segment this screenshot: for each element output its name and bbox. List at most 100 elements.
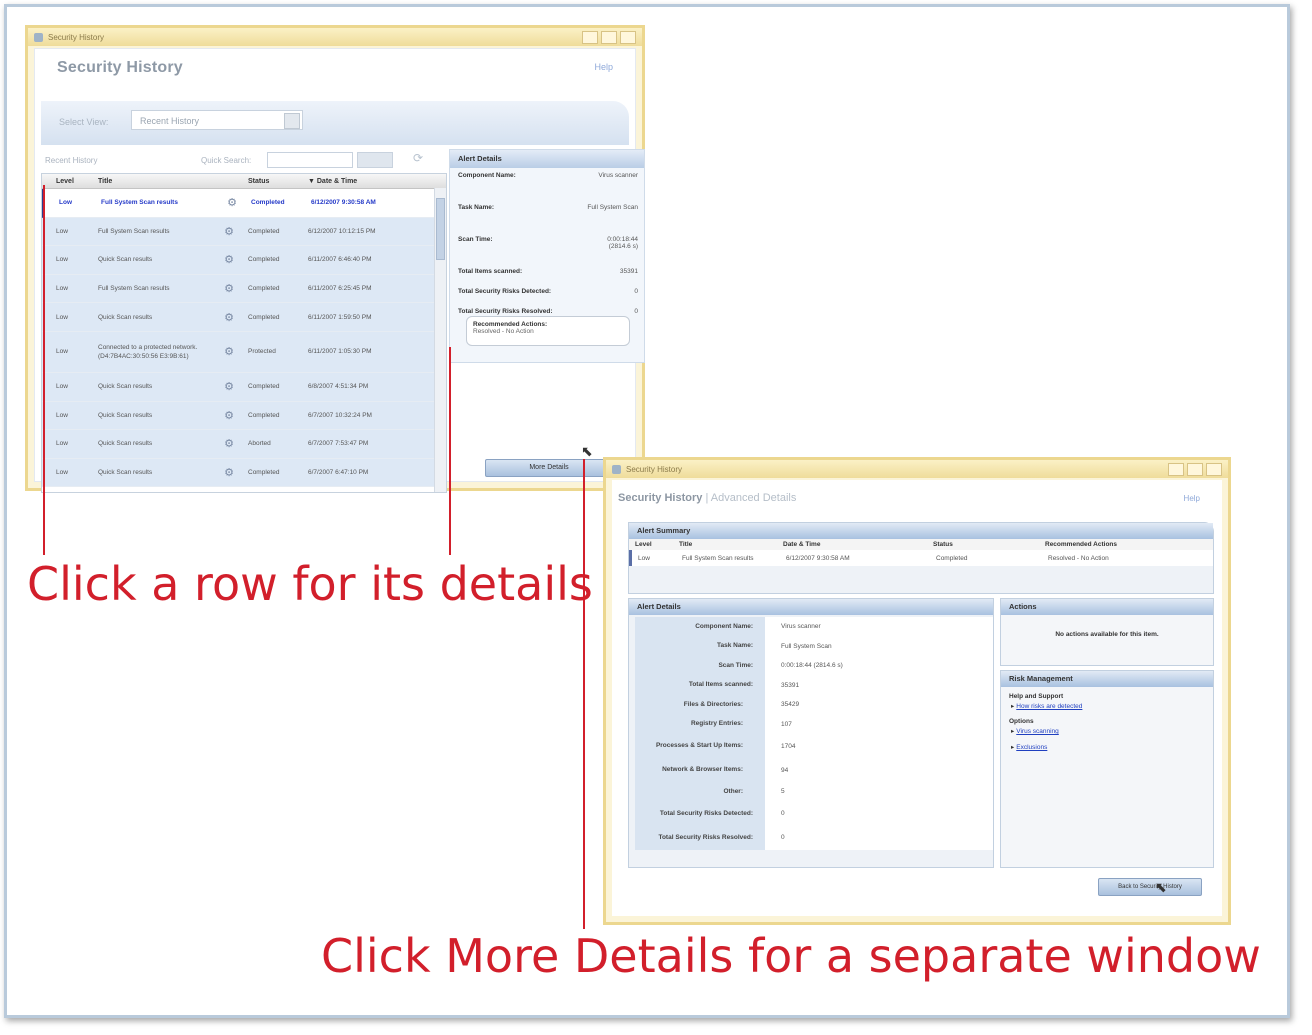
detail-row: Scan Time: 0:00:18:44 (2814.6 s) bbox=[635, 656, 993, 676]
gear-icon[interactable]: ⚙ bbox=[221, 196, 243, 209]
window2-titlebar[interactable]: Security History bbox=[606, 460, 1228, 478]
search-go-button[interactable] bbox=[357, 152, 393, 168]
alert-detail-item: Task Name: Full System Scan bbox=[450, 200, 644, 232]
gear-icon[interactable]: ⚙ bbox=[218, 380, 240, 393]
table-row[interactable]: Low Full System Scan results ⚙ Completed 6/1… bbox=[42, 189, 446, 218]
annotation-caption-more-details: Click More Details for a separate window bbox=[321, 929, 1261, 983]
table-row[interactable]: Low Connected to a protected network. (D4… bbox=[42, 331, 446, 373]
minimize-button[interactable] bbox=[1168, 463, 1184, 476]
back-to-security-history-button[interactable]: Back to Security History bbox=[1098, 878, 1202, 896]
help-link-risks-detected[interactable]: How risks are detected bbox=[1011, 702, 1213, 710]
row-level: Low bbox=[59, 199, 72, 207]
option-link-exclusions[interactable]: Exclusions bbox=[1011, 743, 1213, 751]
row-title: Connected to a protected network. (D4:7B… bbox=[98, 343, 198, 360]
row-date: 6/11/2007 1:05:30 PM bbox=[308, 348, 372, 356]
detail-row: Other: 5 bbox=[635, 782, 993, 802]
recommended-actions-box: Recommended Actions: Resolved - No Actio… bbox=[466, 316, 630, 346]
table-row[interactable]: Low Quick Scan results ⚙ Completed 6/11/2007… bbox=[42, 303, 446, 332]
grid-scrollbar[interactable] bbox=[434, 188, 446, 492]
detail-value: 0:00:18:44 (2814.6 s) bbox=[765, 656, 993, 676]
detail-value: Virus scanner bbox=[765, 617, 993, 637]
chevron-down-icon[interactable] bbox=[284, 113, 300, 129]
help-link[interactable]: Help bbox=[1184, 494, 1200, 503]
alert-detail-item: Scan Time: 0:00:18:44 (2814.6 s) bbox=[450, 232, 644, 264]
table-row[interactable]: Low Full System Scan results ⚙ Completed 6/1… bbox=[42, 217, 446, 247]
refresh-icon[interactable]: ⟳ bbox=[413, 151, 431, 167]
summary-col-level: Level bbox=[635, 541, 652, 548]
row-status: Completed bbox=[248, 313, 280, 321]
row-level: Low bbox=[56, 256, 68, 264]
summary-column-headers: Level Title Date & Time Status Recommend… bbox=[629, 539, 1213, 550]
table-row[interactable]: Low Quick Scan results ⚙ Completed 6/7/2007 … bbox=[42, 458, 446, 488]
alert-detail-value: 35391 bbox=[619, 268, 638, 275]
summary-date: 6/12/2007 9:30:58 AM bbox=[786, 554, 850, 562]
row-level: Low bbox=[56, 383, 68, 391]
gear-icon[interactable]: ⚙ bbox=[218, 311, 240, 324]
table-row[interactable]: Low Quick Scan results ⚙ Completed 6/11/2007… bbox=[42, 246, 446, 275]
detail-key: Total Security Risks Resolved: bbox=[635, 825, 765, 850]
detail-row: Total Items scanned: 35391 bbox=[635, 675, 993, 695]
gear-icon[interactable]: ⚙ bbox=[218, 466, 240, 479]
table-row[interactable]: Low Quick Scan results ⚙ Completed 6/8/2007 … bbox=[42, 372, 446, 402]
detail-value: 0 bbox=[765, 801, 993, 826]
close-button[interactable] bbox=[1206, 463, 1222, 476]
table-row[interactable]: Low Full System Scan results ⚙ Completed 6/1… bbox=[42, 274, 446, 304]
column-header-date[interactable]: ▼ Date & Time bbox=[302, 178, 446, 185]
column-header-level[interactable]: Level bbox=[42, 178, 92, 185]
detail-value: 5 bbox=[765, 782, 993, 802]
row-date: 6/8/2007 4:51:34 PM bbox=[308, 383, 369, 391]
detail-key: Total Security Risks Detected: bbox=[635, 801, 765, 826]
detail-value: 1704 bbox=[765, 734, 993, 758]
alert-detail-item: Component Name: Virus scanner bbox=[450, 168, 644, 200]
alert-detail-value: 0:00:18:44 (2814.6 s) bbox=[607, 236, 638, 250]
scrollbar-thumb[interactable] bbox=[436, 198, 445, 260]
page-title: Security History | Advanced Details bbox=[618, 492, 796, 504]
alert-details-pane: Alert Details Component Name: Virus scann… bbox=[449, 149, 645, 363]
alert-summary-header: Alert Summary bbox=[629, 523, 1213, 539]
select-view-dropdown[interactable]: Recent History bbox=[131, 110, 303, 130]
header: Security History Help bbox=[35, 49, 635, 101]
table-row[interactable]: Low Quick Scan results ⚙ Completed 6/7/2007 … bbox=[42, 401, 446, 431]
option-link-virus-scanning[interactable]: Virus scanning bbox=[1011, 727, 1213, 735]
gear-icon[interactable]: ⚙ bbox=[218, 225, 240, 238]
gear-icon[interactable]: ⚙ bbox=[218, 437, 240, 450]
quick-search-input[interactable] bbox=[267, 152, 353, 168]
row-date: 6/7/2007 6:47:10 PM bbox=[308, 469, 369, 477]
gear-icon[interactable]: ⚙ bbox=[218, 282, 240, 295]
alert-detail-key: Task Name: bbox=[458, 204, 495, 211]
row-title: Quick Scan results bbox=[98, 411, 153, 419]
row-title: Full System Scan results bbox=[98, 227, 170, 235]
column-header-title[interactable]: Title bbox=[92, 177, 218, 186]
titlebar-text: Security History bbox=[48, 32, 105, 42]
row-status: Completed bbox=[248, 411, 280, 419]
actions-header: Actions bbox=[1001, 599, 1213, 615]
gear-icon[interactable]: ⚙ bbox=[218, 345, 240, 358]
window-titlebar[interactable]: Security History bbox=[28, 28, 642, 46]
summary-title: Full System Scan results bbox=[682, 554, 754, 562]
summary-level: Low bbox=[638, 554, 650, 562]
column-header-status[interactable]: Status bbox=[240, 178, 302, 185]
maximize-button[interactable] bbox=[1187, 463, 1203, 476]
row-date: 6/11/2007 6:25:45 PM bbox=[308, 285, 372, 293]
breadcrumb-root[interactable]: Security History bbox=[618, 492, 702, 504]
annotation-line-pane bbox=[449, 347, 451, 555]
annotation-caption-row: Click a row for its details bbox=[27, 557, 593, 611]
close-button[interactable] bbox=[620, 31, 636, 44]
gear-icon[interactable]: ⚙ bbox=[218, 409, 240, 422]
row-level: Low bbox=[56, 313, 68, 321]
row-title: Quick Scan results bbox=[98, 383, 153, 391]
summary-row: Low Full System Scan results 6/12/2007 9… bbox=[629, 550, 1213, 566]
screenshot-frame: Security History Security History Help S… bbox=[4, 4, 1290, 1018]
help-link[interactable]: Help bbox=[594, 62, 613, 72]
detail-key: Registry Entries: bbox=[635, 714, 765, 734]
window2-content: Security History | Advanced Details Help… bbox=[612, 480, 1222, 916]
more-details-button[interactable]: More Details bbox=[485, 459, 613, 477]
row-status: Completed bbox=[248, 383, 280, 391]
minimize-button[interactable] bbox=[582, 31, 598, 44]
detail-key: Total Items scanned: bbox=[635, 675, 765, 695]
maximize-button[interactable] bbox=[601, 31, 617, 44]
table-row[interactable]: Low Quick Scan results ⚙ Aborted 6/7/2007 7:… bbox=[42, 430, 446, 459]
alert-summary-panel: Alert Summary Level Title Date & Time St… bbox=[628, 522, 1214, 594]
gear-icon[interactable]: ⚙ bbox=[218, 253, 240, 266]
list-title: Recent History bbox=[45, 156, 98, 165]
